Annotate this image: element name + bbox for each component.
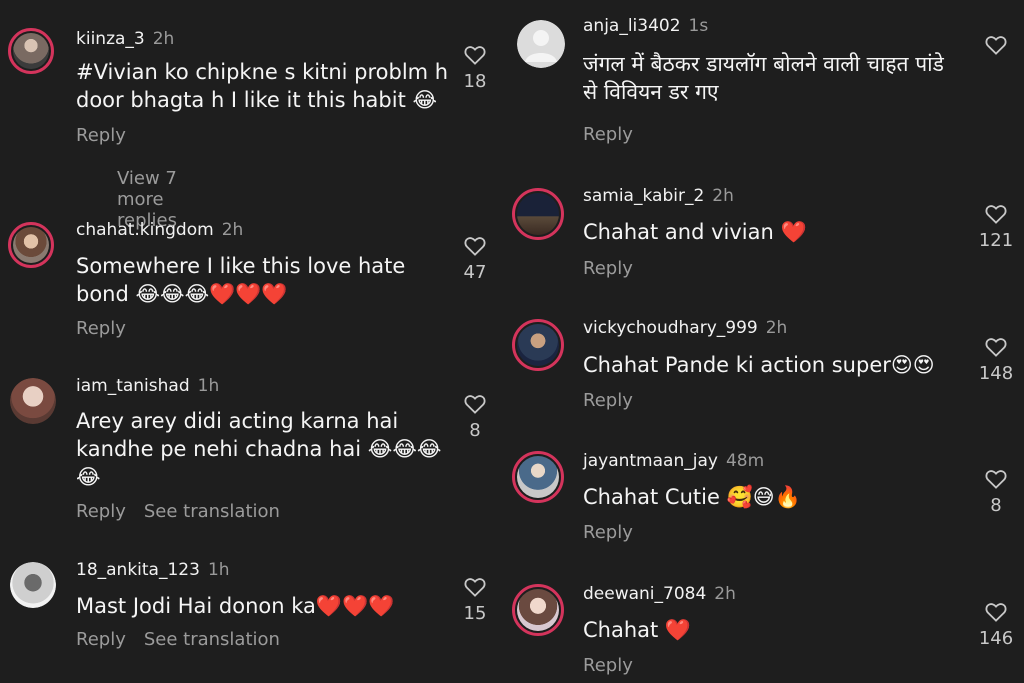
comment-text: #Vivian ko chipkne s kitni problm h door…: [76, 60, 449, 112]
like-count: 8: [990, 495, 1002, 516]
timestamp: 1h: [207, 560, 230, 580]
reply-button[interactable]: Reply: [583, 522, 633, 543]
comment-text: जंगल में बैठकर डायलॉग बोलने वाली चाहत पा…: [583, 52, 944, 104]
like-count: 18: [463, 71, 487, 92]
avatar[interactable]: [512, 584, 564, 636]
avatar[interactable]: [512, 319, 564, 371]
heart-icon[interactable]: [464, 577, 486, 597]
like-control: 148: [976, 337, 1016, 384]
reply-button[interactable]: Reply: [76, 318, 126, 339]
reply-button[interactable]: Reply: [583, 124, 633, 145]
reply-button[interactable]: Reply: [583, 655, 633, 676]
avatar[interactable]: [10, 378, 56, 424]
see-translation-button[interactable]: See translation: [144, 629, 280, 650]
avatar[interactable]: [8, 28, 54, 74]
timestamp: 2h: [221, 220, 244, 240]
reply-button[interactable]: Reply: [76, 125, 126, 146]
username[interactable]: jayantmaan_jay: [583, 451, 718, 471]
comment-actions: Reply: [583, 390, 651, 411]
heart-icon[interactable]: [464, 236, 486, 256]
heart-icon[interactable]: [985, 469, 1007, 489]
see-translation-button[interactable]: See translation: [144, 501, 280, 522]
like-count: 146: [978, 628, 1014, 649]
reply-button[interactable]: Reply: [76, 501, 126, 522]
comment-actions: Reply: [583, 124, 651, 145]
like-control: 146: [976, 602, 1016, 649]
like-count: 8: [469, 420, 481, 441]
reply-button[interactable]: Reply: [583, 258, 633, 279]
comment-text: Chahat and vivian ❤️: [583, 220, 807, 244]
comment-actions: Reply: [76, 318, 144, 339]
comment-header: samia_kabir_2 2h: [583, 186, 734, 206]
timestamp: 2h: [712, 186, 734, 206]
heart-icon[interactable]: [985, 35, 1007, 55]
comment-header: chahat.kingdom 2h: [76, 220, 243, 240]
comment-header: anja_li3402 1s: [583, 16, 708, 36]
username[interactable]: samia_kabir_2: [583, 186, 704, 206]
comment-actions: Reply See translation: [76, 501, 298, 522]
comment-header: iam_tanishad 1h: [76, 376, 219, 396]
comment-text: Chahat Cutie 🥰😅🔥: [583, 485, 801, 509]
comment-text: Arey arey didi acting karna hai kandhe p…: [76, 409, 442, 489]
comment-header: deewani_7084 2h: [583, 584, 736, 604]
timestamp: 2h: [714, 584, 736, 604]
avatar[interactable]: [10, 562, 56, 608]
like-control: 8: [455, 394, 495, 441]
timestamp: 1s: [688, 16, 709, 36]
comment-header: vickychoudhary_999 2h: [583, 318, 787, 338]
username[interactable]: kiinza_3: [76, 29, 145, 49]
comment-text: Chahat Pande ki action super😍😍: [583, 353, 935, 377]
like-count: 148: [978, 363, 1014, 384]
timestamp: 1h: [197, 376, 220, 396]
timestamp: 2h: [152, 29, 175, 49]
like-count: 47: [463, 262, 487, 283]
reply-button[interactable]: Reply: [76, 629, 126, 650]
avatar[interactable]: [517, 20, 565, 68]
like-control: 47: [455, 236, 495, 283]
comment-actions: Reply See translation: [76, 629, 298, 650]
default-avatar-icon: [525, 30, 557, 62]
username[interactable]: vickychoudhary_999: [583, 318, 758, 338]
avatar[interactable]: [8, 222, 54, 268]
like-control: 8: [976, 469, 1016, 516]
timestamp: 2h: [765, 318, 788, 338]
avatar[interactable]: [512, 451, 564, 503]
like-control: 15: [455, 577, 495, 624]
comment-actions: Reply: [583, 258, 651, 279]
comment-text: Somewhere I like this love hate bond 😂😂😂…: [76, 254, 406, 306]
heart-icon[interactable]: [985, 602, 1007, 622]
comment-actions: Reply: [76, 125, 144, 146]
heart-icon[interactable]: [985, 204, 1007, 224]
comment-header: 18_ankita_123 1h: [76, 560, 230, 580]
heart-icon[interactable]: [985, 337, 1007, 357]
like-count: 121: [978, 230, 1014, 251]
comment-actions: Reply: [583, 522, 651, 543]
heart-icon[interactable]: [464, 394, 486, 414]
avatar[interactable]: [512, 188, 564, 240]
comment-header: jayantmaan_jay 48m: [583, 451, 764, 471]
username[interactable]: 18_ankita_123: [76, 560, 200, 580]
username[interactable]: anja_li3402: [583, 16, 681, 36]
username[interactable]: deewani_7084: [583, 584, 706, 604]
reply-button[interactable]: Reply: [583, 390, 633, 411]
username[interactable]: iam_tanishad: [76, 376, 190, 396]
like-control: 121: [976, 204, 1016, 251]
heart-icon[interactable]: [464, 45, 486, 65]
timestamp: 48m: [725, 451, 765, 471]
username[interactable]: chahat.kingdom: [76, 220, 214, 240]
comment-text: Chahat ❤️: [583, 618, 692, 642]
comment-header: kiinza_3 2h: [76, 29, 174, 49]
comment-actions: Reply: [583, 655, 651, 676]
like-control: 18: [455, 45, 495, 92]
like-control: [976, 35, 1016, 55]
like-count: 15: [463, 603, 487, 624]
comment-text: Mast Jodi Hai donon ka❤️❤️❤️: [76, 594, 395, 618]
